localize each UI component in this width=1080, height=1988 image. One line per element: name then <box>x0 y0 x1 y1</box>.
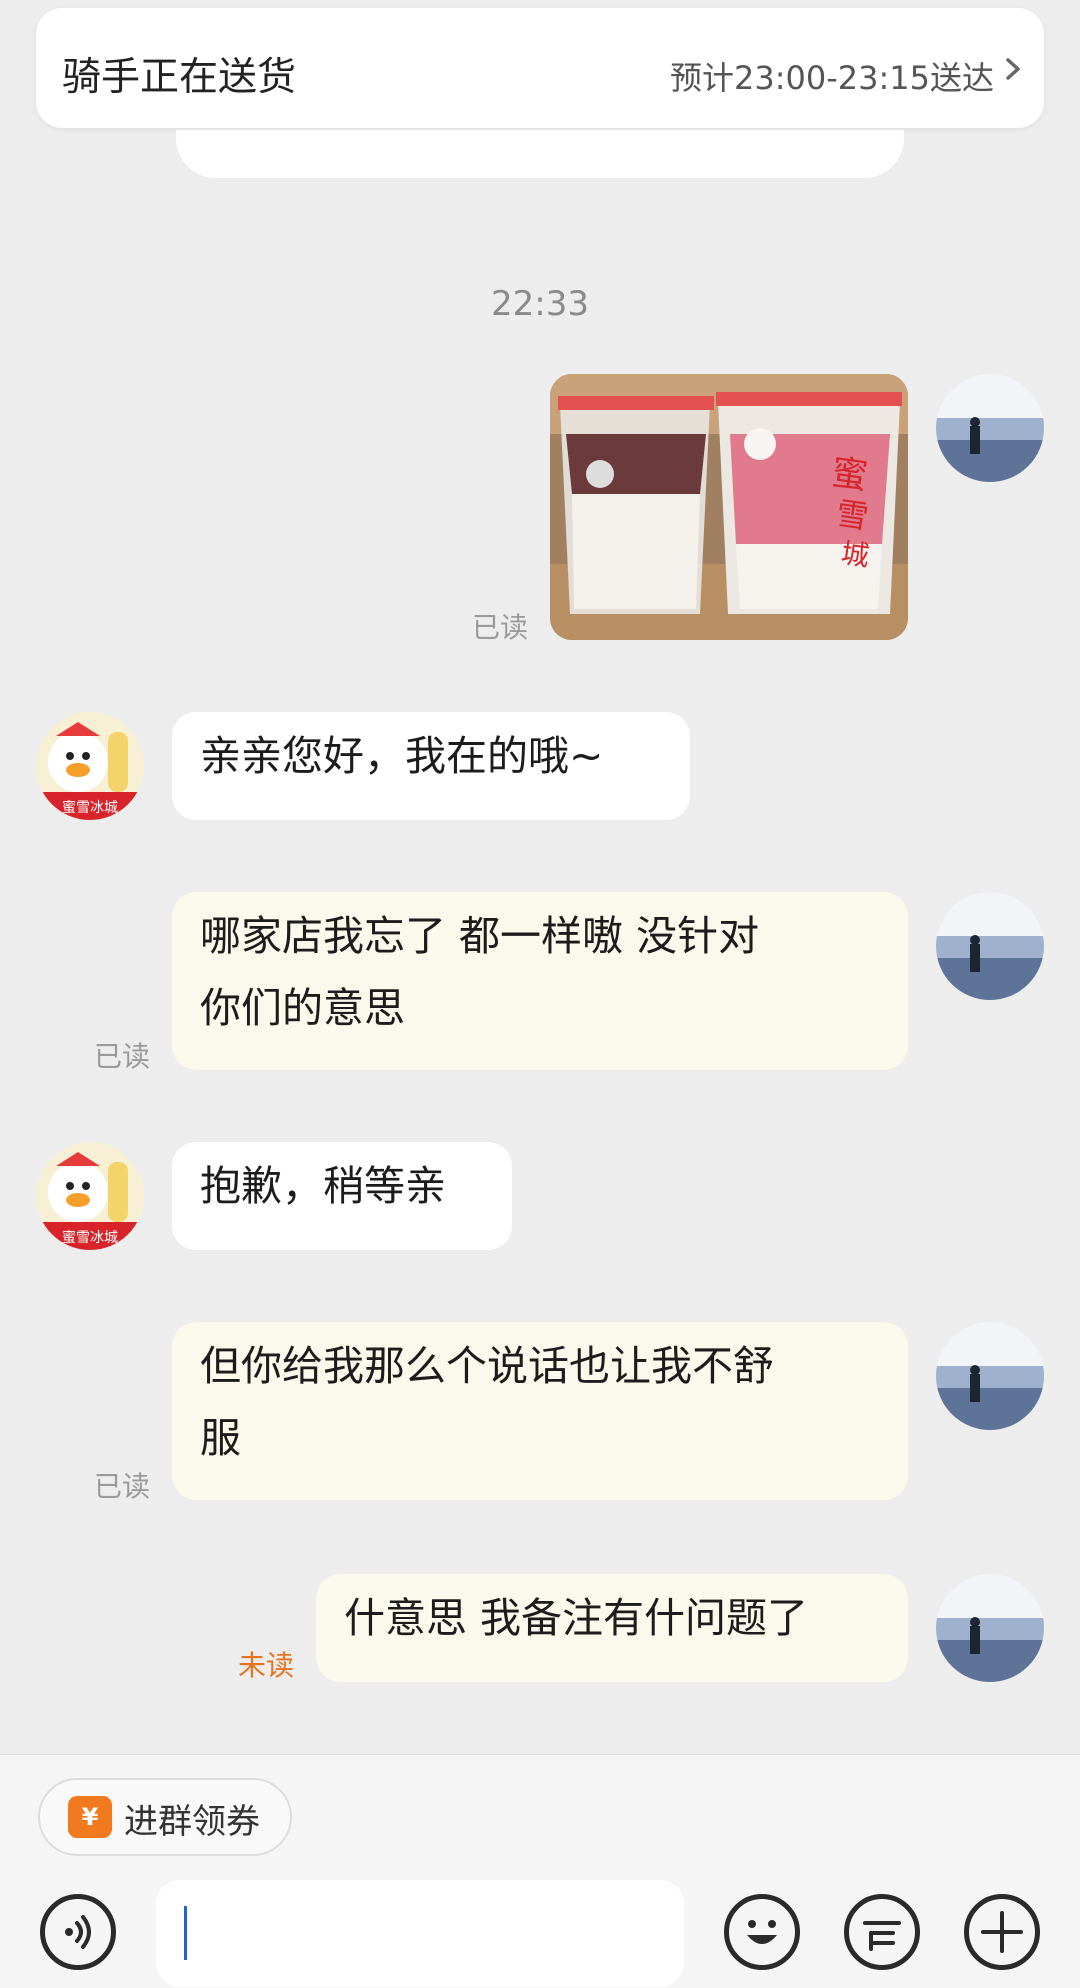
coupon-icon: ¥ <box>68 1796 112 1838</box>
message-line: 服 <box>200 1414 241 1462</box>
merchant-message[interactable]: 抱歉，稍等亲 <box>172 1142 512 1250</box>
voice-button[interactable] <box>40 1894 116 1970</box>
previous-message-peek <box>176 130 904 178</box>
more-button[interactable] <box>964 1894 1040 1970</box>
user-message[interactable]: 什意思 我备注有什问题了 <box>316 1574 908 1682</box>
user-avatar[interactable] <box>936 892 1044 1000</box>
unread-status: 未读 <box>238 1649 295 1682</box>
message-line: 你们的意思 <box>200 984 405 1032</box>
message-line: 但你给我那么个说话也让我不舒 <box>200 1342 774 1390</box>
merchant-avatar[interactable]: 蜜雪冰城 <box>36 1142 144 1250</box>
message-text: 抱歉，稍等亲 <box>200 1162 446 1210</box>
read-status: 已读 <box>94 1040 151 1073</box>
merchant-avatar[interactable]: 蜜雪冰城 <box>36 712 144 820</box>
svg-text:蜜雪冰城: 蜜雪冰城 <box>62 800 118 816</box>
user-avatar[interactable] <box>936 1574 1044 1682</box>
delivery-status-card[interactable]: 骑手正在送货 预计23:00-23:15送达 <box>36 8 1044 128</box>
message-timestamp: 22:33 <box>491 284 589 324</box>
delivery-status-title: 骑手正在送货 <box>62 55 297 100</box>
svg-text:雪: 雪 <box>834 494 871 536</box>
quick-reply-icon <box>863 1921 901 1951</box>
message-line: 哪家店我忘了 都一样嗷 没针对 <box>200 912 760 960</box>
beach-silhouette-avatar <box>936 892 1044 1000</box>
message-text: 亲亲您好，我在的哦~ <box>200 732 604 780</box>
snow-king-mascot-avatar: 蜜雪冰城 <box>36 1142 144 1250</box>
quick-reply-button[interactable] <box>844 1894 920 1970</box>
delivery-eta: 预计23:00-23:15送达 <box>670 59 994 97</box>
user-avatar[interactable] <box>936 374 1044 482</box>
text-caret <box>184 1906 187 1960</box>
svg-text:蜜雪冰城: 蜜雪冰城 <box>62 1230 118 1246</box>
join-group-coupon-button[interactable]: ¥ 进群领券 <box>38 1778 292 1856</box>
merchant-message[interactable]: 亲亲您好，我在的哦~ <box>172 712 690 820</box>
beach-silhouette-avatar <box>936 1322 1044 1430</box>
svg-text:城: 城 <box>839 536 871 573</box>
ice-cream-cups-photo: 蜜 雪 城 <box>550 374 908 640</box>
plus-icon <box>981 1911 1023 1953</box>
user-avatar[interactable] <box>936 1322 1044 1430</box>
beach-silhouette-avatar <box>936 1574 1044 1682</box>
coupon-label: 进群领券 <box>124 1802 260 1842</box>
user-message[interactable]: 哪家店我忘了 都一样嗷 没针对 你们的意思 <box>172 892 908 1070</box>
emoji-icon <box>747 1920 777 1944</box>
photo-message[interactable]: 蜜 雪 城 <box>550 374 908 640</box>
emoji-button[interactable] <box>724 1894 800 1970</box>
svg-text:蜜: 蜜 <box>829 452 870 498</box>
read-status: 已读 <box>472 611 529 644</box>
message-text: 什意思 我备注有什问题了 <box>344 1594 809 1642</box>
snow-king-mascot-avatar: 蜜雪冰城 <box>36 712 144 820</box>
user-message[interactable]: 但你给我那么个说话也让我不舒 服 <box>172 1322 908 1500</box>
read-status: 已读 <box>94 1470 151 1503</box>
message-input[interactable] <box>156 1880 684 1987</box>
voice-icon <box>65 1915 91 1949</box>
chevron-right-icon <box>1006 58 1020 80</box>
beach-silhouette-avatar <box>936 374 1044 482</box>
